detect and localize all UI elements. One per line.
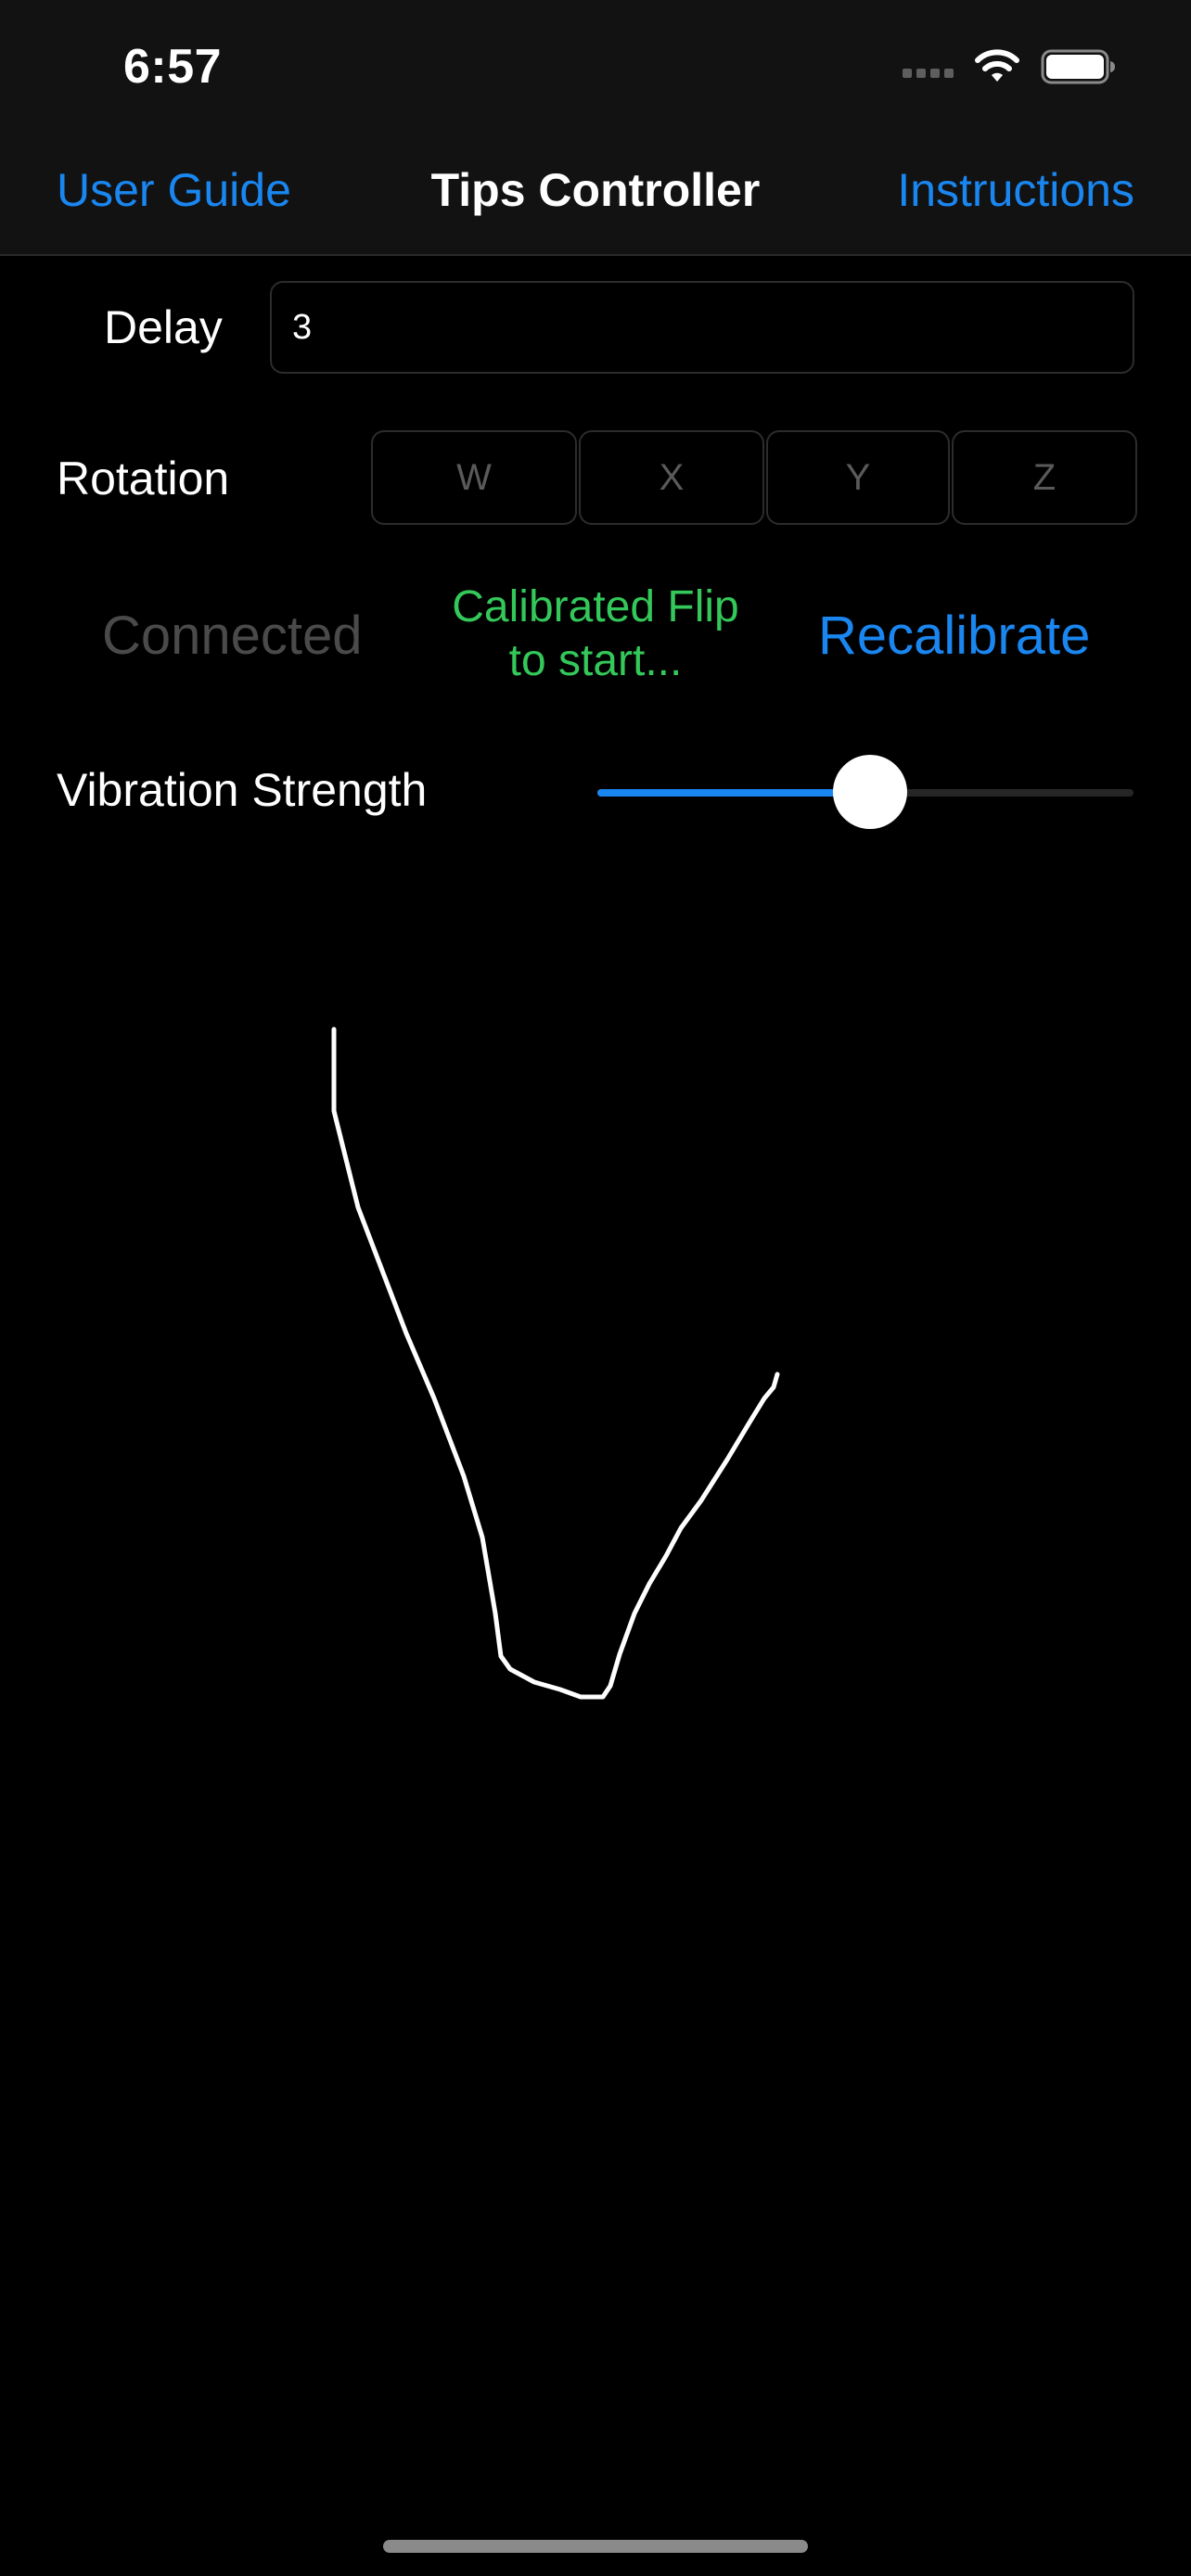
calibration-message: Calibrated Flip to start... bbox=[419, 580, 772, 688]
rotation-segmented-control: W X Y Z bbox=[371, 430, 1139, 525]
instructions-button[interactable]: Instructions bbox=[897, 163, 1134, 217]
drawn-stroke bbox=[331, 1027, 780, 1700]
status-icons bbox=[903, 48, 1117, 85]
rotation-segment-x[interactable]: X bbox=[579, 430, 764, 525]
calibration-message-line2: to start... bbox=[508, 636, 683, 685]
connection-status: Connected bbox=[102, 606, 363, 666]
status-bar: 6:57 bbox=[0, 0, 1191, 132]
vibration-strength-label: Vibration Strength bbox=[57, 764, 428, 816]
rotation-segment-y[interactable]: Y bbox=[766, 430, 950, 525]
drawing-canvas[interactable] bbox=[0, 872, 1191, 2504]
battery-icon bbox=[1041, 49, 1115, 84]
rotation-segment-w[interactable]: W bbox=[371, 430, 577, 525]
delay-label: Delay bbox=[104, 301, 223, 353]
delay-input[interactable]: 3 bbox=[270, 281, 1134, 374]
navigation-bar: User Guide Tips Controller Instructions bbox=[0, 132, 1191, 256]
rotation-label: Rotation bbox=[57, 453, 230, 504]
slider-thumb[interactable] bbox=[832, 755, 907, 829]
status-time: 6:57 bbox=[123, 40, 223, 94]
vibration-strength-slider[interactable] bbox=[597, 755, 1133, 829]
cellular-signal-icon bbox=[903, 69, 954, 78]
home-indicator[interactable] bbox=[383, 2540, 808, 2553]
slider-fill bbox=[597, 789, 870, 797]
wifi-icon bbox=[975, 49, 1019, 82]
rotation-segment-z[interactable]: Z bbox=[952, 430, 1137, 525]
calibration-message-line1: Calibrated Flip bbox=[452, 582, 739, 631]
recalibrate-button[interactable]: Recalibrate bbox=[818, 605, 1090, 667]
